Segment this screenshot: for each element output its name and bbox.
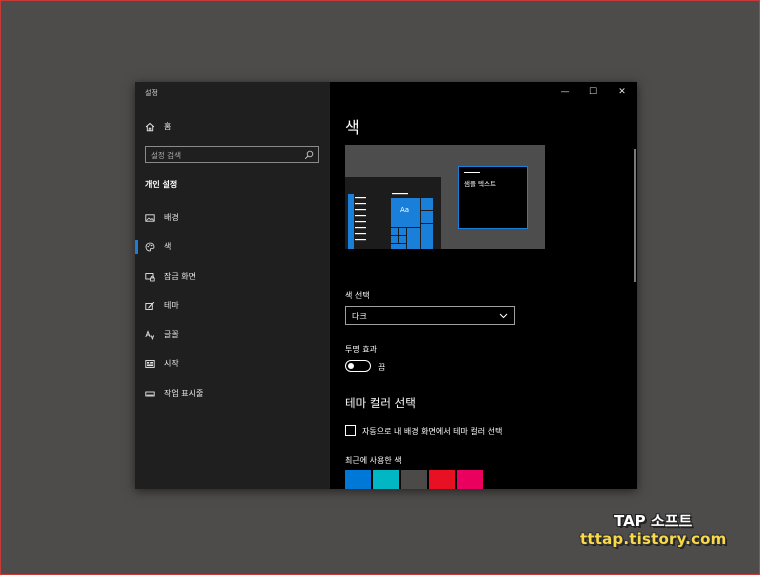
color-preview: Aa 샘플 텍스트 <box>345 145 545 250</box>
color-select-label: 색 선택 <box>345 291 370 300</box>
recent-color-swatch[interactable] <box>457 470 483 489</box>
active-indicator <box>135 240 138 254</box>
transparency-state: 끔 <box>378 363 386 372</box>
accent-color-heading: 테마 컬러 선택 <box>345 396 416 410</box>
recent-color-swatch[interactable] <box>373 470 399 489</box>
main-content: — ☐ ✕ 색 Aa 샘플 텍스트 색 선택 다크 투명 효과 끔 테마 컬러 … <box>330 82 637 489</box>
sidebar-item-label: 글꼴 <box>164 330 179 339</box>
theme-icon <box>145 301 155 310</box>
home-icon <box>145 122 155 132</box>
transparency-toggle[interactable] <box>345 360 371 372</box>
sidebar-item-label: 배경 <box>164 213 179 222</box>
window-title: 설정 <box>145 89 158 97</box>
watermark-url: tttap.tistory.com <box>580 530 727 548</box>
settings-window: 설정 홈 설정 검색 개인 설정 배경 색 잠금 화면 테마 글꼴 시작 작업 … <box>135 82 637 489</box>
toggle-knob <box>348 362 354 369</box>
sidebar: 설정 홈 설정 검색 개인 설정 배경 색 잠금 화면 테마 글꼴 시작 작업 … <box>135 82 330 489</box>
preview-sample-text: 샘플 텍스트 <box>464 180 496 188</box>
auto-accent-label: 자동으로 내 배경 화면에서 테마 컬러 선택 <box>362 427 503 436</box>
transparency-label: 투명 효과 <box>345 345 377 354</box>
preview-tile-label: Aa <box>400 206 410 214</box>
preview-sample-window: 샘플 텍스트 <box>458 166 528 229</box>
close-button[interactable]: ✕ <box>611 84 633 100</box>
sidebar-item-fonts[interactable]: 글꼴 <box>135 324 330 346</box>
recent-color-swatch[interactable] <box>401 470 427 489</box>
chevron-down-icon <box>499 313 508 319</box>
sidebar-item-label: 잠금 화면 <box>164 272 196 281</box>
sidebar-item-taskbar[interactable]: 작업 표시줄 <box>135 383 330 405</box>
page-title: 색 <box>345 118 360 137</box>
dropdown-value: 다크 <box>352 312 367 321</box>
maximize-button[interactable]: ☐ <box>582 84 604 100</box>
preview-start-tiles <box>348 193 433 250</box>
auto-accent-checkbox[interactable] <box>345 425 356 436</box>
sidebar-item-home[interactable]: 홈 <box>135 116 330 138</box>
image-icon <box>145 214 155 222</box>
scrollbar-thumb[interactable] <box>634 149 636 282</box>
minimize-button[interactable]: — <box>554 84 576 100</box>
sidebar-item-label: 테마 <box>164 301 179 310</box>
taskbar-icon <box>145 391 155 397</box>
palette-icon <box>145 242 155 252</box>
recent-color-swatch[interactable] <box>345 470 371 489</box>
search-input[interactable]: 설정 검색 <box>145 146 319 163</box>
color-mode-dropdown[interactable]: 다크 <box>345 306 515 325</box>
sidebar-item-themes[interactable]: 테마 <box>135 295 330 317</box>
font-icon <box>145 330 155 340</box>
search-placeholder: 설정 검색 <box>151 151 181 160</box>
scrollbar[interactable] <box>631 82 637 489</box>
preview-start-menu: Aa <box>345 177 441 250</box>
section-heading: 개인 설정 <box>145 180 178 189</box>
sidebar-item-label: 색 <box>164 242 172 251</box>
sidebar-item-start[interactable]: 시작 <box>135 353 330 375</box>
sidebar-item-label: 홈 <box>164 122 172 131</box>
search-icon[interactable] <box>304 150 314 160</box>
preview-title-bar-line <box>464 172 480 173</box>
watermark-brand: TAP 소프트 <box>614 512 693 530</box>
sidebar-item-background[interactable]: 배경 <box>135 207 330 229</box>
sidebar-item-lock-screen[interactable]: 잠금 화면 <box>135 266 330 288</box>
lock-screen-icon <box>145 273 155 282</box>
sidebar-item-label: 시작 <box>164 359 179 368</box>
recent-color-swatch[interactable] <box>429 470 455 489</box>
sidebar-item-label: 작업 표시줄 <box>164 389 204 398</box>
sidebar-item-colors[interactable]: 색 <box>135 236 330 258</box>
start-icon <box>145 360 155 368</box>
recent-colors-label: 최근에 사용한 색 <box>345 456 402 465</box>
